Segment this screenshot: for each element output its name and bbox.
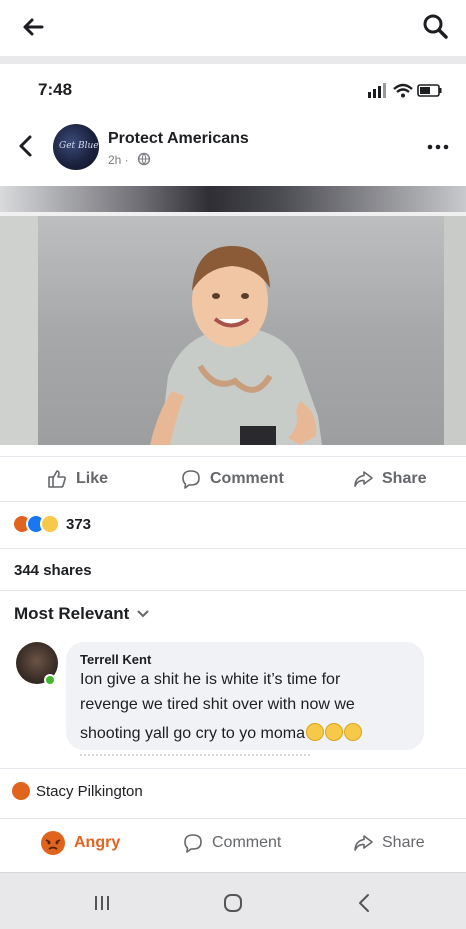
shares-count[interactable]: 344 shares xyxy=(14,562,92,579)
chevron-down-icon xyxy=(137,610,149,618)
laughing-emoji-icon xyxy=(344,723,362,741)
share-icon xyxy=(354,471,373,487)
divider xyxy=(0,768,466,769)
thumbs-up-icon xyxy=(48,470,66,488)
back-icon[interactable] xyxy=(356,892,372,914)
arrow-left-icon[interactable] xyxy=(18,12,48,42)
share-icon xyxy=(354,835,373,851)
comment-label: Comment xyxy=(210,470,284,487)
share-label: Share xyxy=(382,470,427,487)
sad-reaction-icon xyxy=(40,514,60,534)
reactions-summary[interactable]: 373 xyxy=(12,512,91,536)
chevron-left-icon[interactable] xyxy=(14,132,38,160)
comment-author[interactable]: Terrell Kent xyxy=(80,652,151,667)
online-status-dot xyxy=(44,674,56,686)
status-time: 7:48 xyxy=(38,80,73,99)
comment-text-line: revenge we tired shit over with now we xyxy=(80,696,355,713)
page-avatar[interactable]: Get Blue xyxy=(53,124,99,170)
cropped-comment-edge xyxy=(80,754,310,760)
reactor-row[interactable]: Stacy Pilkington xyxy=(12,782,143,800)
angry-label: Angry xyxy=(74,834,121,851)
divider xyxy=(0,590,466,591)
angry-emoji-icon xyxy=(41,831,65,855)
angry-reaction-icon xyxy=(12,782,30,800)
search-icon[interactable] xyxy=(420,11,450,41)
post-photo[interactable] xyxy=(0,216,466,445)
share-button[interactable]: Share xyxy=(352,462,426,496)
globe-icon xyxy=(137,152,151,166)
share-button-bottom[interactable]: Share xyxy=(352,826,425,860)
post-timestamp: 2h · xyxy=(108,153,129,167)
laughing-emoji-icon xyxy=(306,723,324,741)
page-name[interactable]: Protect Americans xyxy=(108,130,249,148)
status-icons xyxy=(366,80,444,100)
laughing-emoji-icon xyxy=(325,723,343,741)
signal-icon xyxy=(368,83,386,98)
sort-label: Most Relevant xyxy=(14,604,130,623)
like-label: Like xyxy=(76,470,109,487)
angry-reaction-button[interactable]: Angry xyxy=(40,826,120,860)
reaction-count: 373 xyxy=(66,515,92,533)
divider xyxy=(0,818,466,819)
comment-text-segment: shooting yall go cry to yo moma xyxy=(80,725,305,742)
reactor-name: Stacy Pilkington xyxy=(36,782,143,800)
comment-sort-dropdown[interactable]: Most Relevant xyxy=(14,604,149,624)
comment-button[interactable]: Comment xyxy=(180,462,284,496)
wifi-icon xyxy=(393,83,413,98)
viewer-divider xyxy=(0,56,466,64)
comment-text-line: Ion give a shit he is white it’s time fo… xyxy=(80,671,341,688)
comment-text-line: shooting yall go cry to yo moma xyxy=(80,723,362,743)
recent-apps-icon[interactable] xyxy=(92,894,112,912)
more-options-icon[interactable] xyxy=(425,140,451,154)
viewer-top-bar xyxy=(0,0,466,56)
comment-icon xyxy=(184,834,202,853)
comment-label: Comment xyxy=(212,834,282,851)
home-icon[interactable] xyxy=(222,892,244,914)
battery-icon xyxy=(417,84,442,97)
comment-icon xyxy=(182,470,200,489)
divider xyxy=(0,548,466,549)
share-label: Share xyxy=(382,834,425,851)
like-button[interactable]: Like xyxy=(46,462,108,496)
previous-photo-strip xyxy=(0,186,466,212)
avatar-logo-text: Get Blue xyxy=(59,141,99,151)
comment-button-bottom[interactable]: Comment xyxy=(182,826,281,860)
